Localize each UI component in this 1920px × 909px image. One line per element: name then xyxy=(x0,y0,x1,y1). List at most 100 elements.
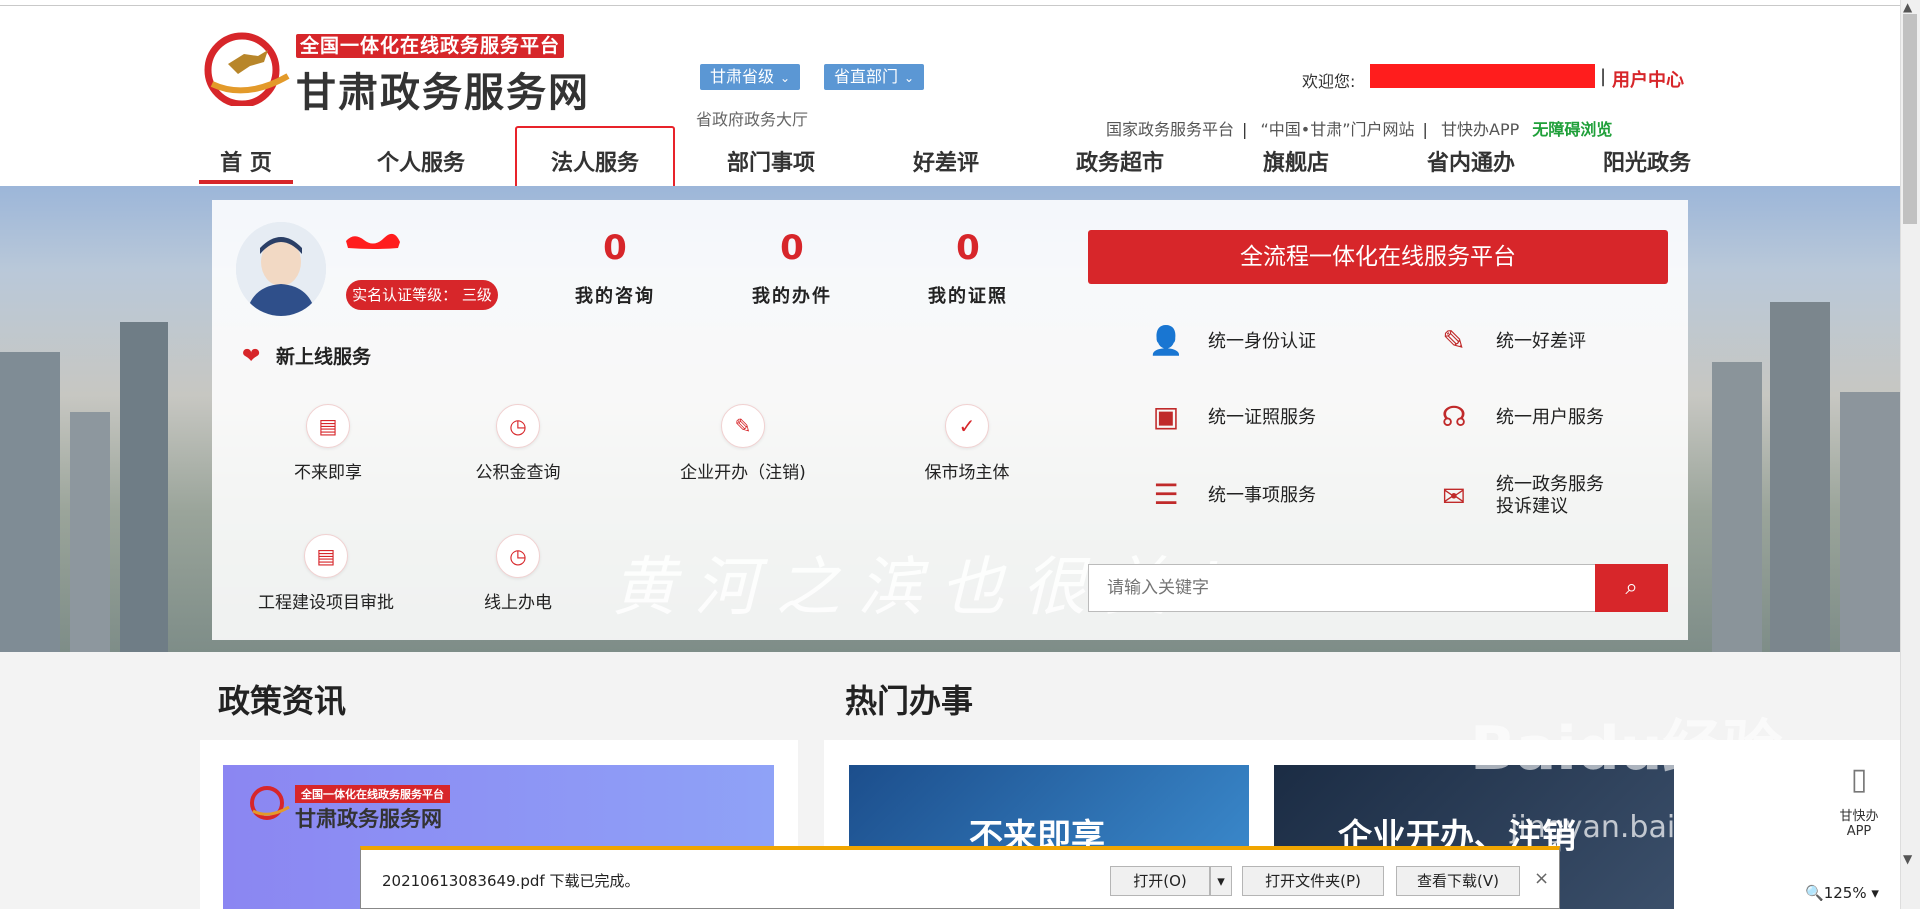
zoom-icon: 🔍 xyxy=(1805,884,1824,902)
open-options-button[interactable]: ▾ xyxy=(1210,866,1232,896)
clock-doc-icon: ◷ xyxy=(496,404,540,448)
search-box xyxy=(1088,564,1668,612)
new-services-title: 新上线服务 xyxy=(276,346,372,368)
stat-case-value[interactable]: 0 xyxy=(732,228,852,268)
watermark: Baidu经验 xyxy=(1470,714,1783,784)
service-label: 不来即享 xyxy=(294,463,362,483)
user-center-link[interactable]: 用户中心 xyxy=(1612,66,1684,92)
top-link-app[interactable]: 甘快办APP xyxy=(1441,120,1519,139)
stat-consult-value[interactable]: 0 xyxy=(555,228,675,268)
heart-icon: ❤ xyxy=(242,344,261,369)
divider: | xyxy=(1242,120,1248,139)
service-item[interactable]: ◷ 线上办电 xyxy=(438,534,598,613)
accessible-link[interactable]: 无障碍浏览 xyxy=(1532,120,1612,139)
phone-icon: ▯ xyxy=(1850,762,1868,797)
nav-evaluation[interactable]: 好差评 xyxy=(886,145,1006,185)
stat-license-label[interactable]: 我的证照 xyxy=(908,282,1028,308)
quick-item[interactable]: ☊ 统一用户服务 xyxy=(1434,396,1604,436)
search-button[interactable]: ⌕ xyxy=(1595,564,1668,612)
quick-label: 统一身份认证 xyxy=(1208,331,1316,352)
hot-section-title: 热门办事 xyxy=(845,682,974,720)
nav-personal[interactable]: 个人服务 xyxy=(361,145,481,185)
hall-link[interactable]: 省政府政务大厅 xyxy=(696,106,808,130)
service-label: 企业开办（注销) xyxy=(680,463,806,483)
divider: | xyxy=(1422,120,1428,139)
quick-label: 统一好差评 xyxy=(1496,331,1586,352)
zoom-value: 125% xyxy=(1823,884,1867,902)
service-label: 保市场主体 xyxy=(924,463,1010,483)
stat-license-value[interactable]: 0 xyxy=(908,228,1028,268)
welcome-text: 欢迎您: xyxy=(1302,72,1356,91)
service-label: 工程建设项目审批 xyxy=(258,593,394,613)
quick-label: 统一用户服务 xyxy=(1496,407,1604,428)
doc-edit-icon: ✎ xyxy=(721,404,765,448)
nav-province[interactable]: 省内通办 xyxy=(1411,145,1531,185)
search-icon: ⌕ xyxy=(1625,575,1638,600)
id-card-icon: ▣ xyxy=(1152,399,1180,433)
region-dropdown[interactable]: 甘肃省级 ⌄ xyxy=(700,64,801,90)
policy-image-badge: 全国一体化在线政务服务平台 xyxy=(295,785,450,803)
top-link-portal[interactable]: “中国•甘肃”门户网站 xyxy=(1261,120,1415,139)
service-label: 公积金查询 xyxy=(475,463,561,483)
nav-flagship[interactable]: 旗舰店 xyxy=(1236,145,1356,185)
service-item[interactable]: ✎ 企业开办（注销) xyxy=(648,404,838,483)
policy-section-title: 政策资讯 xyxy=(218,682,347,720)
region-dropdown-label: 甘肃省级 xyxy=(710,67,775,86)
dept-dropdown[interactable]: 省直部门 ⌄ xyxy=(824,64,925,90)
quick-item[interactable]: ✎ 统一好差评 xyxy=(1434,320,1586,360)
nav-active-underline xyxy=(199,180,293,184)
nav-home[interactable]: 首 页 xyxy=(199,145,293,185)
top-link-national[interactable]: 国家政务服务平台 xyxy=(1106,120,1234,139)
site-badge: 全国一体化在线政务服务平台 xyxy=(296,34,564,58)
service-item[interactable]: ▤ 不来即享 xyxy=(248,404,408,483)
clipboard-icon: ▤ xyxy=(304,534,348,578)
stat-consult-label[interactable]: 我的咨询 xyxy=(555,282,675,308)
app-label-2: APP xyxy=(1846,824,1872,839)
divider: | xyxy=(1600,66,1607,87)
clipboard-icon: ▤ xyxy=(306,404,350,448)
quick-label: 统一政务服务 投诉建议 xyxy=(1496,474,1604,517)
site-title[interactable]: 甘肃政务服务网 xyxy=(296,60,590,118)
top-links: 国家政务服务平台 | “中国•甘肃”门户网站 | 甘快办APP 无障碍浏览 xyxy=(1102,116,1616,140)
scroll-down-icon[interactable]: ▼ xyxy=(1903,852,1912,866)
platform-button[interactable]: 全流程一体化在线服务平台 xyxy=(1088,230,1668,284)
quick-item[interactable]: 👤 统一身份认证 xyxy=(1146,320,1316,360)
service-label: 线上办电 xyxy=(484,593,552,613)
service-item[interactable]: ◷ 公积金查询 xyxy=(438,404,598,483)
stat-case-label[interactable]: 我的办件 xyxy=(732,282,852,308)
doc-check-icon: ✓ xyxy=(945,404,989,448)
quick-label: 统一事项服务 xyxy=(1208,485,1316,506)
mail-icon: ✉ xyxy=(1442,479,1466,513)
chevron-down-icon: ▾ xyxy=(1217,872,1225,890)
search-input[interactable] xyxy=(1089,565,1589,611)
quick-item[interactable]: ✉ 统一政务服务 投诉建议 xyxy=(1434,474,1604,518)
download-message: 20210613083649.pdf 下载已完成。 xyxy=(382,872,640,890)
scrollbar-thumb[interactable] xyxy=(1903,14,1917,224)
quick-item[interactable]: ☰ 统一事项服务 xyxy=(1146,474,1316,514)
watermark-url: jingyan.baidu.com xyxy=(1510,810,1787,845)
app-label: 甘快办 xyxy=(1839,809,1879,824)
dept-dropdown-label: 省直部门 xyxy=(834,67,899,86)
app-float[interactable]: ▯ 甘快办 APP xyxy=(1822,740,1896,850)
avatar xyxy=(236,222,326,316)
user-icon: 👤 xyxy=(1148,323,1184,357)
chevron-down-icon: ⌄ xyxy=(780,71,791,85)
edit-icon: ✎ xyxy=(1442,323,1466,357)
redacted-name xyxy=(346,233,400,249)
zoom-level[interactable]: 🔍125% ▾ xyxy=(1805,884,1879,902)
service-item[interactable]: ▤ 工程建设项目审批 xyxy=(236,534,416,613)
nav-supermarket[interactable]: 政务超市 xyxy=(1060,145,1180,185)
nav-dept[interactable]: 部门事项 xyxy=(711,145,831,185)
open-folder-button[interactable]: 打开文件夹(P) xyxy=(1242,866,1384,896)
nav-sunshine[interactable]: 阳光政务 xyxy=(1587,145,1707,185)
view-downloads-button[interactable]: 查看下载(V) xyxy=(1396,866,1520,896)
quick-label: 统一证照服务 xyxy=(1208,407,1316,428)
close-icon[interactable]: × xyxy=(1534,868,1549,889)
scroll-up-icon[interactable]: ▲ xyxy=(1903,0,1912,14)
quick-item[interactable]: ▣ 统一证照服务 xyxy=(1146,396,1316,436)
service-item[interactable]: ✓ 保市场主体 xyxy=(887,404,1047,483)
policy-image-title: 甘肃政务服务网 xyxy=(295,807,442,831)
site-logo-icon xyxy=(204,32,290,106)
site-logo-icon xyxy=(250,786,290,820)
open-button[interactable]: 打开(O) xyxy=(1110,866,1210,896)
